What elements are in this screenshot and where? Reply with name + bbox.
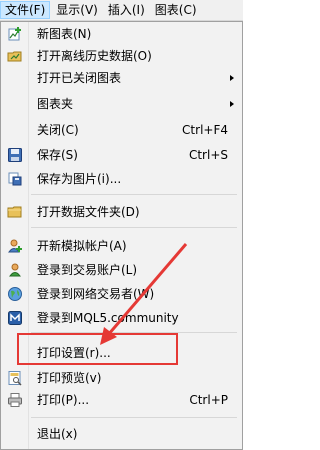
annotation-arrow-icon <box>100 243 188 345</box>
